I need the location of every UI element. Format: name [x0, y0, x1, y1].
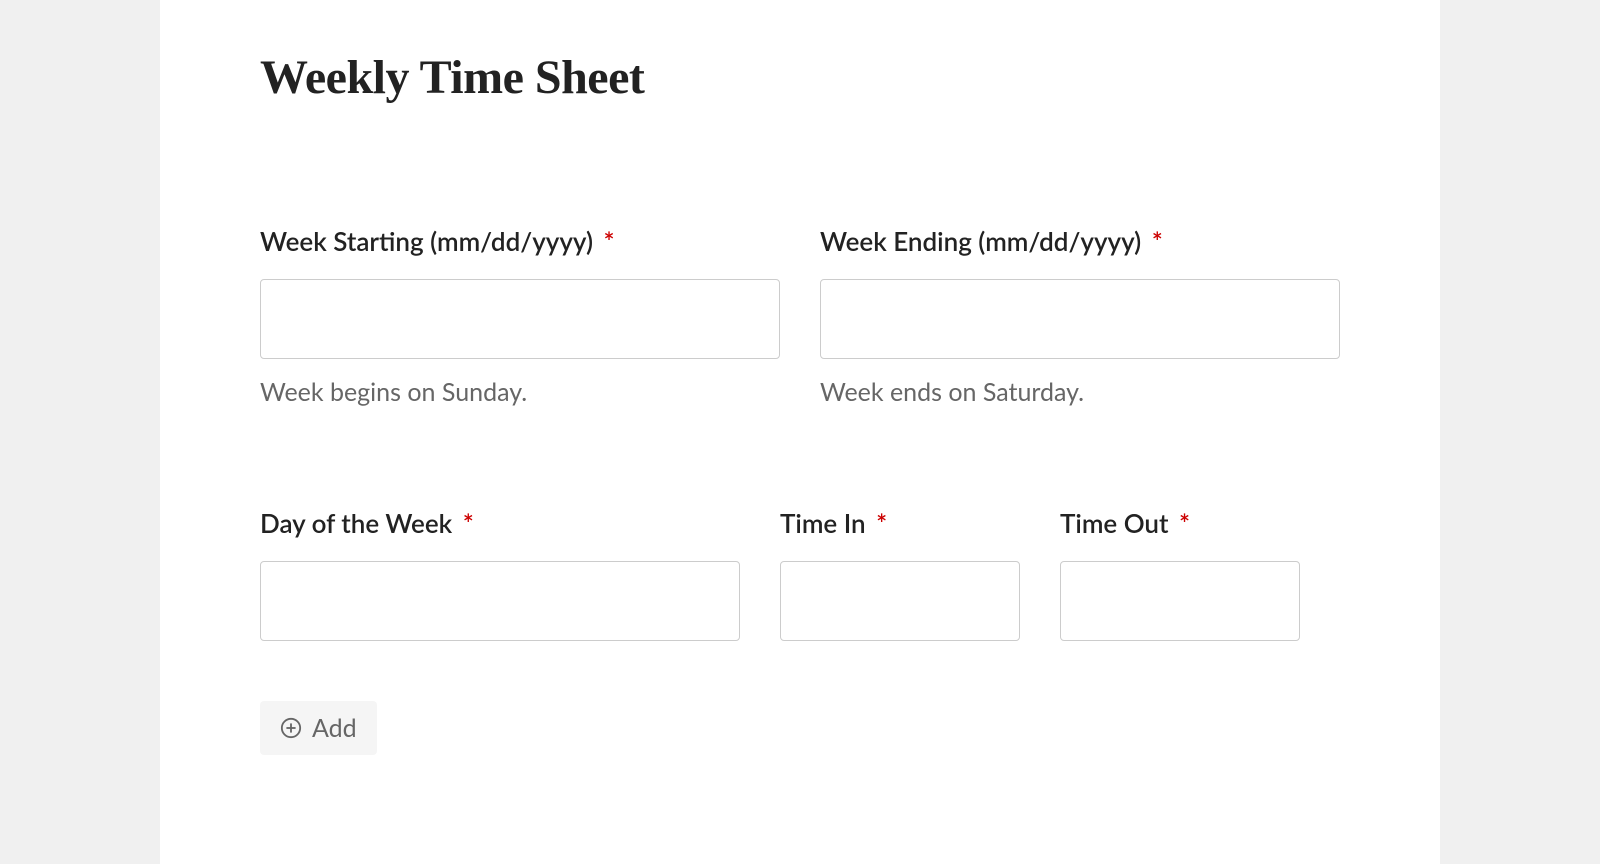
week-starting-label: Week Starting (mm/dd/yyyy) * — [260, 225, 780, 257]
label-text: Week Ending (mm/dd/yyyy) — [820, 225, 1141, 257]
add-button[interactable]: Add — [260, 701, 377, 755]
week-starting-input[interactable] — [260, 279, 780, 359]
label-text: Day of the Week — [260, 507, 452, 539]
label-text: Time In — [780, 507, 866, 539]
time-out-input[interactable] — [1060, 561, 1300, 641]
add-button-label: Add — [312, 713, 357, 743]
required-mark: * — [1152, 225, 1163, 257]
day-of-week-label: Day of the Week * — [260, 507, 740, 539]
required-mark: * — [1179, 507, 1190, 539]
day-of-week-group: Day of the Week * — [260, 507, 740, 641]
required-mark: * — [603, 225, 614, 257]
week-ending-input[interactable] — [820, 279, 1340, 359]
week-range-row: Week Starting (mm/dd/yyyy) * Week begins… — [260, 225, 1340, 407]
time-in-label: Time In * — [780, 507, 1020, 539]
week-ending-group: Week Ending (mm/dd/yyyy) * Week ends on … — [820, 225, 1340, 407]
week-ending-helper: Week ends on Saturday. — [820, 377, 1340, 407]
week-starting-group: Week Starting (mm/dd/yyyy) * Week begins… — [260, 225, 780, 407]
label-text: Time Out — [1060, 507, 1169, 539]
time-out-group: Time Out * — [1060, 507, 1300, 641]
label-text: Week Starting (mm/dd/yyyy) — [260, 225, 593, 257]
form-card: Weekly Time Sheet Week Starting (mm/dd/y… — [160, 0, 1440, 864]
week-starting-helper: Week begins on Sunday. — [260, 377, 780, 407]
required-mark: * — [463, 507, 474, 539]
plus-circle-icon — [280, 717, 302, 739]
time-out-label: Time Out * — [1060, 507, 1300, 539]
time-in-input[interactable] — [780, 561, 1020, 641]
time-entry-row: Day of the Week * Time In * Time Out * — [260, 507, 1340, 641]
day-of-week-input[interactable] — [260, 561, 740, 641]
required-mark: * — [876, 507, 887, 539]
time-in-group: Time In * — [780, 507, 1020, 641]
page-wrapper: Weekly Time Sheet Week Starting (mm/dd/y… — [0, 0, 1600, 864]
page-title: Weekly Time Sheet — [260, 50, 1340, 105]
week-ending-label: Week Ending (mm/dd/yyyy) * — [820, 225, 1340, 257]
